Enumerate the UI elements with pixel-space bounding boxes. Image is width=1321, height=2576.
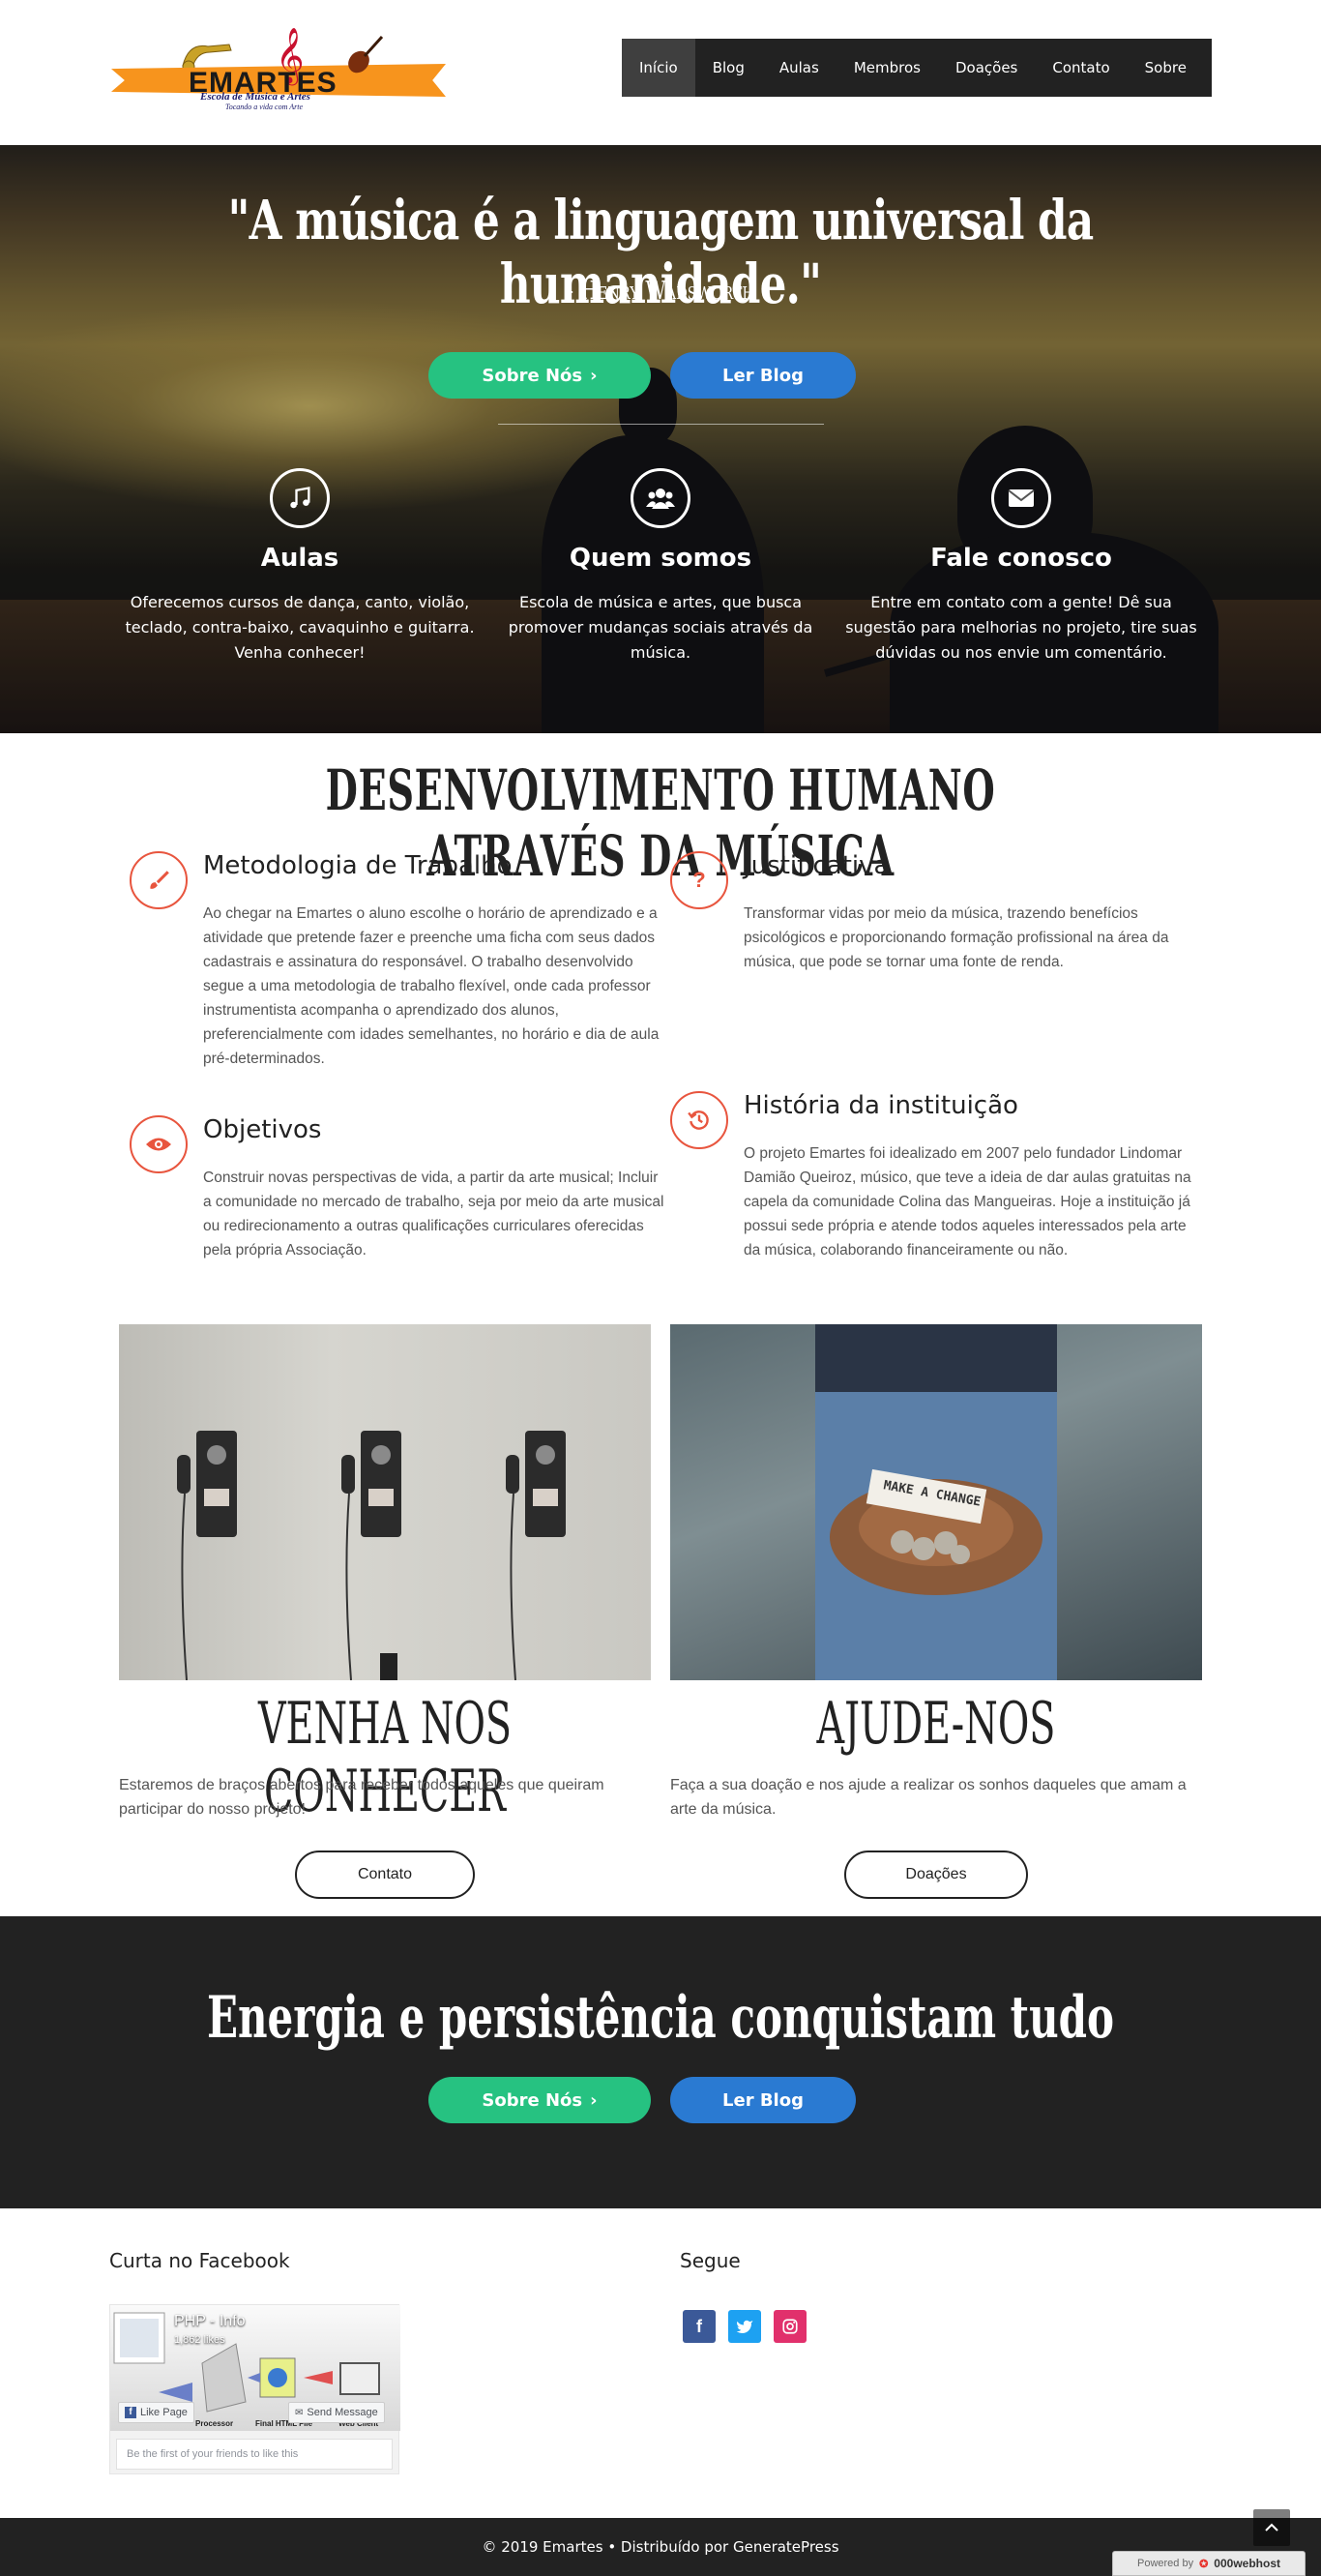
- ler-blog-label: Ler Blog: [722, 365, 804, 386]
- dev-item-title: Objetivos: [203, 1115, 322, 1144]
- history-icon: [670, 1091, 728, 1149]
- sobre-nos-button[interactable]: Sobre Nós ›: [428, 352, 651, 399]
- sobre-nos-button-2[interactable]: Sobre Nós ›: [428, 2077, 651, 2123]
- chevron-right-icon: ›: [590, 2089, 598, 2111]
- paintbrush-icon: [130, 851, 188, 909]
- feature-text: Entre em contato com a gente! Dê sua sug…: [845, 593, 1197, 662]
- logo-tagline: Tocando a vida com Arte: [225, 103, 303, 111]
- main-navigation: Início Blog Aulas Membros Doações Contat…: [622, 39, 1212, 97]
- sobre-nos-label: Sobre Nós: [482, 365, 583, 386]
- ler-blog-label: Ler Blog: [722, 2089, 804, 2111]
- nav-item-contato[interactable]: Contato: [1035, 39, 1127, 97]
- fb-message-label: Send Message: [307, 2407, 378, 2418]
- card-text-ajude: Faça a sua doação e nos ajude a realizar…: [670, 1777, 1187, 1818]
- users-icon: [631, 468, 690, 528]
- fb-page-name[interactable]: PHP - Info: [174, 2313, 246, 2330]
- doacoes-button[interactable]: Doações: [844, 1851, 1028, 1899]
- donation-photo: MAKE A CHANGE: [670, 1324, 1202, 1680]
- card-text-venha: Estaremos de braços abertos para receber…: [119, 1777, 604, 1818]
- fb-diagram-label: Processor: [195, 2419, 234, 2428]
- fb-likes-count: 1,862 likes: [174, 2334, 225, 2346]
- violin-icon: [348, 35, 384, 74]
- feature-text: Oferecemos cursos de dança, canto, violã…: [125, 593, 475, 662]
- sobre-nos-label: Sobre Nós: [482, 2089, 583, 2111]
- ler-blog-button[interactable]: Ler Blog: [670, 352, 856, 399]
- logo-subtitle: Escola de Música e Artes: [200, 91, 310, 103]
- facebook-social-link[interactable]: f: [683, 2310, 716, 2343]
- follow-widget-title: Segue: [680, 2249, 741, 2272]
- facebook-page-plugin[interactable]: PHP - Info 1,862 likes Processor Final H…: [109, 2304, 400, 2474]
- dev-item-title: Metodologia de Trabalho: [203, 851, 513, 880]
- facebook-icon: f: [125, 2407, 136, 2418]
- eye-icon: [130, 1115, 188, 1173]
- twitter-icon: [736, 2320, 753, 2334]
- chevron-right-icon: ›: [590, 365, 598, 386]
- nav-item-aulas[interactable]: Aulas: [762, 39, 837, 97]
- back-to-top-button[interactable]: [1253, 2509, 1290, 2546]
- feature-text: Escola de música e artes, que busca prom…: [508, 593, 813, 662]
- dev-item-text: Ao chegar na Emartes o aluno escolhe o h…: [203, 905, 660, 1067]
- fb-send-message-button[interactable]: ✉ Send Message: [288, 2402, 385, 2423]
- ler-blog-button-2[interactable]: Ler Blog: [670, 2077, 856, 2123]
- motto-band: Energia e persistência conquistam tudo S…: [0, 1916, 1321, 2208]
- site-header: 𝄞 EMARTES Escola de Música e Artes Tocan…: [0, 0, 1321, 145]
- feature-title: Aulas: [260, 544, 339, 573]
- dev-item-title: Justificativa: [744, 851, 890, 880]
- dev-item-title: História da instituição: [744, 1091, 1018, 1120]
- hero-divider: [498, 424, 824, 425]
- card-title-ajude: AJUDE-NOS: [816, 1690, 1056, 1758]
- fb-friends-note: Be the first of your friends to like thi…: [116, 2439, 393, 2470]
- feature-title: Quem somos: [569, 544, 752, 573]
- chevron-up-icon: [1265, 2523, 1278, 2532]
- facebook-widget-title: Curta no Facebook: [109, 2249, 290, 2272]
- contato-button[interactable]: Contato: [295, 1851, 475, 1899]
- hero-section: "A música é a linguagem universal da hum…: [0, 145, 1321, 733]
- fb-like-label: Like Page: [140, 2407, 188, 2418]
- phones-photo: [119, 1324, 651, 1680]
- payphones-illustration: [177, 1431, 566, 1680]
- site-logo[interactable]: 𝄞 EMARTES Escola de Música e Artes Tocan…: [111, 31, 446, 112]
- fb-cover-image: PHP - Info 1,862 likes Processor Final H…: [110, 2305, 400, 2431]
- powered-brand: 000webhost: [1214, 2557, 1280, 2570]
- dev-item-text: O projeto Emartes foi idealizado em 2007…: [744, 1145, 1191, 1258]
- motto-title: Energia e persistência conquistam tudo: [206, 1984, 1114, 2052]
- nav-item-sobre[interactable]: Sobre: [1128, 39, 1204, 97]
- twitter-social-link[interactable]: [728, 2310, 761, 2343]
- nav-item-blog[interactable]: Blog: [695, 39, 762, 97]
- feature-aulas[interactable]: Aulas Oferecemos cursos de dança, canto,…: [121, 468, 479, 666]
- messenger-icon: ✉: [295, 2407, 304, 2418]
- nav-item-inicio[interactable]: Início: [622, 39, 695, 97]
- envelope-icon: [991, 468, 1051, 528]
- instagram-social-link[interactable]: [774, 2310, 807, 2343]
- dev-item-text: Construir novas perspectivas de vida, a …: [203, 1170, 664, 1258]
- music-note-icon: [270, 468, 330, 528]
- facebook-icon: f: [696, 2316, 702, 2336]
- hero-quote-author: - Henry Wadsworth: [567, 277, 754, 306]
- powered-prefix: Powered by: [1136, 2558, 1194, 2569]
- powered-by-badge[interactable]: Powered by ✪ 000webhost: [1112, 2551, 1306, 2576]
- feature-fale-conosco[interactable]: Fale conosco Entre em contato com a gent…: [842, 468, 1200, 666]
- nav-item-doacoes[interactable]: Doações: [938, 39, 1035, 97]
- dev-item-text: Transformar vidas por meio da música, tr…: [744, 905, 1169, 970]
- feature-title: Fale conosco: [930, 544, 1112, 573]
- feature-quem-somos[interactable]: Quem somos Escola de música e artes, que…: [482, 468, 839, 666]
- fb-like-page-button[interactable]: f Like Page: [118, 2402, 194, 2423]
- nav-item-membros[interactable]: Membros: [837, 39, 938, 97]
- instagram-icon: [782, 2319, 798, 2334]
- question-icon: ?: [670, 851, 728, 909]
- webhost-logo-icon: ✪: [1199, 2558, 1209, 2570]
